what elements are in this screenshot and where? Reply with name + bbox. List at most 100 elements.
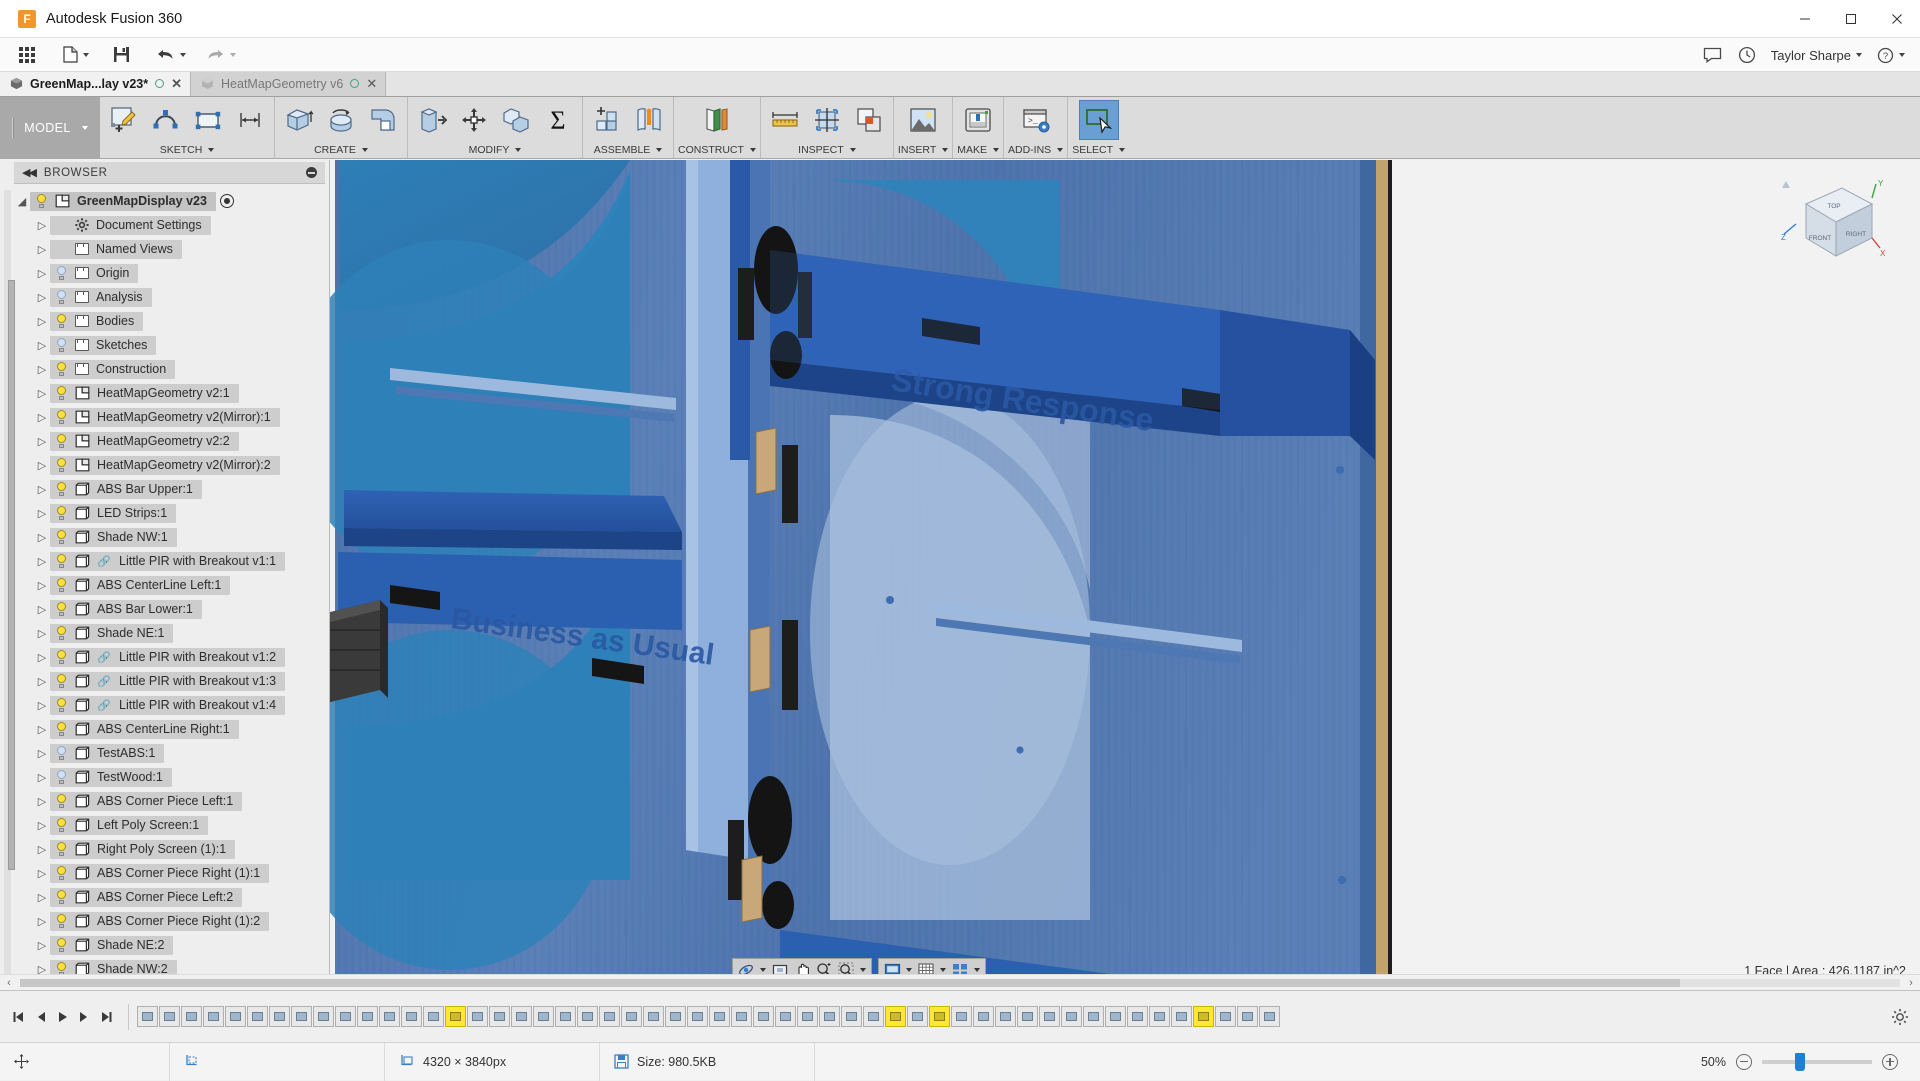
visibility-bulb-icon[interactable] <box>55 530 68 544</box>
browser-item-pill[interactable]: Origin <box>50 264 138 283</box>
collapse-triangle-icon[interactable]: ◢ <box>14 195 30 208</box>
undo-button[interactable] <box>149 38 193 72</box>
browser-tree-item[interactable]: ▷Analysis <box>14 285 329 309</box>
timeline-step-back-button[interactable] <box>30 1006 50 1028</box>
ribbon-group-label[interactable]: MAKE <box>957 144 999 156</box>
visibility-bulb-icon[interactable] <box>55 794 68 808</box>
browser-item-pill[interactable]: Bodies <box>50 312 143 331</box>
chevron-down-icon[interactable] <box>906 968 912 972</box>
visibility-bulb-icon[interactable] <box>55 290 68 304</box>
expand-triangle-icon[interactable]: ▷ <box>34 795 50 808</box>
close-icon[interactable]: ✕ <box>171 76 182 92</box>
joint-button[interactable] <box>629 100 669 140</box>
expand-triangle-icon[interactable]: ▷ <box>34 723 50 736</box>
visibility-bulb-icon[interactable] <box>55 770 68 784</box>
browser-tree-item[interactable]: ▷TestWood:1 <box>14 765 329 789</box>
timeline-feature-item[interactable] <box>973 1006 994 1027</box>
app-grid-button[interactable] <box>12 38 42 72</box>
ribbon-group-label[interactable]: ASSEMBLE <box>594 144 663 156</box>
browser-tree-item[interactable]: ▷🔗Little PIR with Breakout v1:3 <box>14 669 329 693</box>
select-window-button[interactable] <box>1079 100 1119 140</box>
visibility-bulb-icon[interactable] <box>55 722 68 736</box>
expand-triangle-icon[interactable]: ▷ <box>34 411 50 424</box>
expand-triangle-icon[interactable]: ▷ <box>34 267 50 280</box>
zoom-slider-thumb[interactable] <box>1795 1053 1805 1071</box>
browser-item-pill[interactable]: Analysis <box>50 288 152 307</box>
offset-plane-button[interactable] <box>697 100 737 140</box>
browser-scrollbar-thumb[interactable] <box>8 280 15 870</box>
browser-item-pill[interactable]: ABS Corner Piece Right (1):2 <box>50 912 269 931</box>
fillet-button[interactable] <box>363 100 403 140</box>
expand-triangle-icon[interactable]: ▷ <box>34 939 50 952</box>
browser-item-pill[interactable]: Shade NW:1 <box>50 528 177 547</box>
browser-tree-item[interactable]: ▷LED Strips:1 <box>14 501 329 525</box>
visibility-bulb-icon[interactable] <box>55 434 68 448</box>
timeline-feature-item[interactable] <box>775 1006 796 1027</box>
expand-triangle-icon[interactable]: ▷ <box>34 315 50 328</box>
expand-triangle-icon[interactable]: ▷ <box>34 555 50 568</box>
timeline-feature-item[interactable] <box>709 1006 730 1027</box>
timeline-feature-item[interactable] <box>1061 1006 1082 1027</box>
visibility-bulb-icon[interactable] <box>55 578 68 592</box>
expand-triangle-icon[interactable]: ▷ <box>34 579 50 592</box>
expand-triangle-icon[interactable]: ▷ <box>34 459 50 472</box>
browser-item-pill[interactable]: HeatMapGeometry v2(Mirror):1 <box>50 408 280 427</box>
collapse-left-icon[interactable]: ◀◀ <box>22 166 35 179</box>
view-cube[interactable]: TOP FRONT RIGHT Z X Y <box>1776 176 1886 276</box>
recent-button[interactable] <box>1731 38 1763 72</box>
ribbon-group-label[interactable]: INSPECT <box>798 144 856 156</box>
status-move-cell[interactable] <box>0 1043 170 1081</box>
timeline-go-to-start-button[interactable] <box>8 1006 28 1028</box>
expand-triangle-icon[interactable]: ▷ <box>34 339 50 352</box>
timeline-feature-item[interactable] <box>269 1006 290 1027</box>
chevron-down-icon[interactable] <box>760 968 766 972</box>
timeline-feature-item[interactable] <box>1083 1006 1104 1027</box>
browser-tree-item[interactable]: ▷HeatMapGeometry v2:1 <box>14 381 329 405</box>
ribbon-group-label[interactable]: SELECT <box>1072 144 1125 156</box>
timeline-feature-item[interactable] <box>247 1006 268 1027</box>
browser-item-pill[interactable]: ABS CenterLine Left:1 <box>50 576 230 595</box>
new-component-button[interactable] <box>587 100 627 140</box>
timeline-play-button[interactable] <box>52 1006 72 1028</box>
visibility-bulb-icon[interactable] <box>55 314 68 328</box>
browser-item-pill[interactable]: TestWood:1 <box>50 768 172 787</box>
combine-button[interactable] <box>496 100 536 140</box>
scroll-left-icon[interactable]: ‹ <box>0 977 18 989</box>
expand-triangle-icon[interactable]: ▷ <box>34 675 50 688</box>
redo-button[interactable] <box>199 38 243 72</box>
viewport[interactable]: Business as Usual Strong Response Strong… <box>330 160 1920 990</box>
expand-triangle-icon[interactable]: ▷ <box>34 699 50 712</box>
visibility-bulb-icon[interactable] <box>55 338 68 352</box>
browser-tree-item[interactable]: ▷Construction <box>14 357 329 381</box>
browser-tree-item[interactable]: ▷🔗Little PIR with Breakout v1:1 <box>14 549 329 573</box>
timeline-feature-item[interactable] <box>665 1006 686 1027</box>
expand-triangle-icon[interactable]: ▷ <box>34 867 50 880</box>
browser-tree-item[interactable]: ▷Shade NW:1 <box>14 525 329 549</box>
browser-tree-item[interactable]: ▷🔗Little PIR with Breakout v1:4 <box>14 693 329 717</box>
extrude-button[interactable] <box>279 100 319 140</box>
expand-triangle-icon[interactable]: ▷ <box>34 243 50 256</box>
model-canvas[interactable]: Business as Usual Strong Response Strong… <box>330 160 1407 990</box>
browser-tree-item[interactable]: ▷ABS Corner Piece Right (1):2 <box>14 909 329 933</box>
parameters-button[interactable]: Σ <box>538 100 578 140</box>
scrollbar-track[interactable] <box>20 979 1900 987</box>
timeline-feature-item[interactable] <box>489 1006 510 1027</box>
doc-tab-0[interactable]: GreenMap...lay v23* ✕ <box>0 71 191 96</box>
spline-button[interactable] <box>146 100 186 140</box>
timeline-feature-item[interactable] <box>511 1006 532 1027</box>
visibility-bulb-icon[interactable] <box>55 602 68 616</box>
timeline-feature-item[interactable] <box>1193 1006 1214 1027</box>
browser-tree-item[interactable]: ▷ABS Corner Piece Left:1 <box>14 789 329 813</box>
press-pull-button[interactable] <box>412 100 452 140</box>
expand-triangle-icon[interactable]: ▷ <box>34 651 50 664</box>
chevron-down-icon[interactable] <box>940 968 946 972</box>
browser-item-pill[interactable]: ABS Corner Piece Left:2 <box>50 888 242 907</box>
visibility-bulb-icon[interactable] <box>55 362 68 376</box>
timeline-settings-button[interactable] <box>1880 1008 1920 1026</box>
timeline-feature-item[interactable] <box>203 1006 224 1027</box>
expand-triangle-icon[interactable]: ▷ <box>34 387 50 400</box>
expand-triangle-icon[interactable]: ▷ <box>34 771 50 784</box>
expand-triangle-icon[interactable]: ▷ <box>34 627 50 640</box>
browser-tree-item[interactable]: ▷ABS CenterLine Left:1 <box>14 573 329 597</box>
visibility-bulb-icon[interactable] <box>35 194 48 208</box>
